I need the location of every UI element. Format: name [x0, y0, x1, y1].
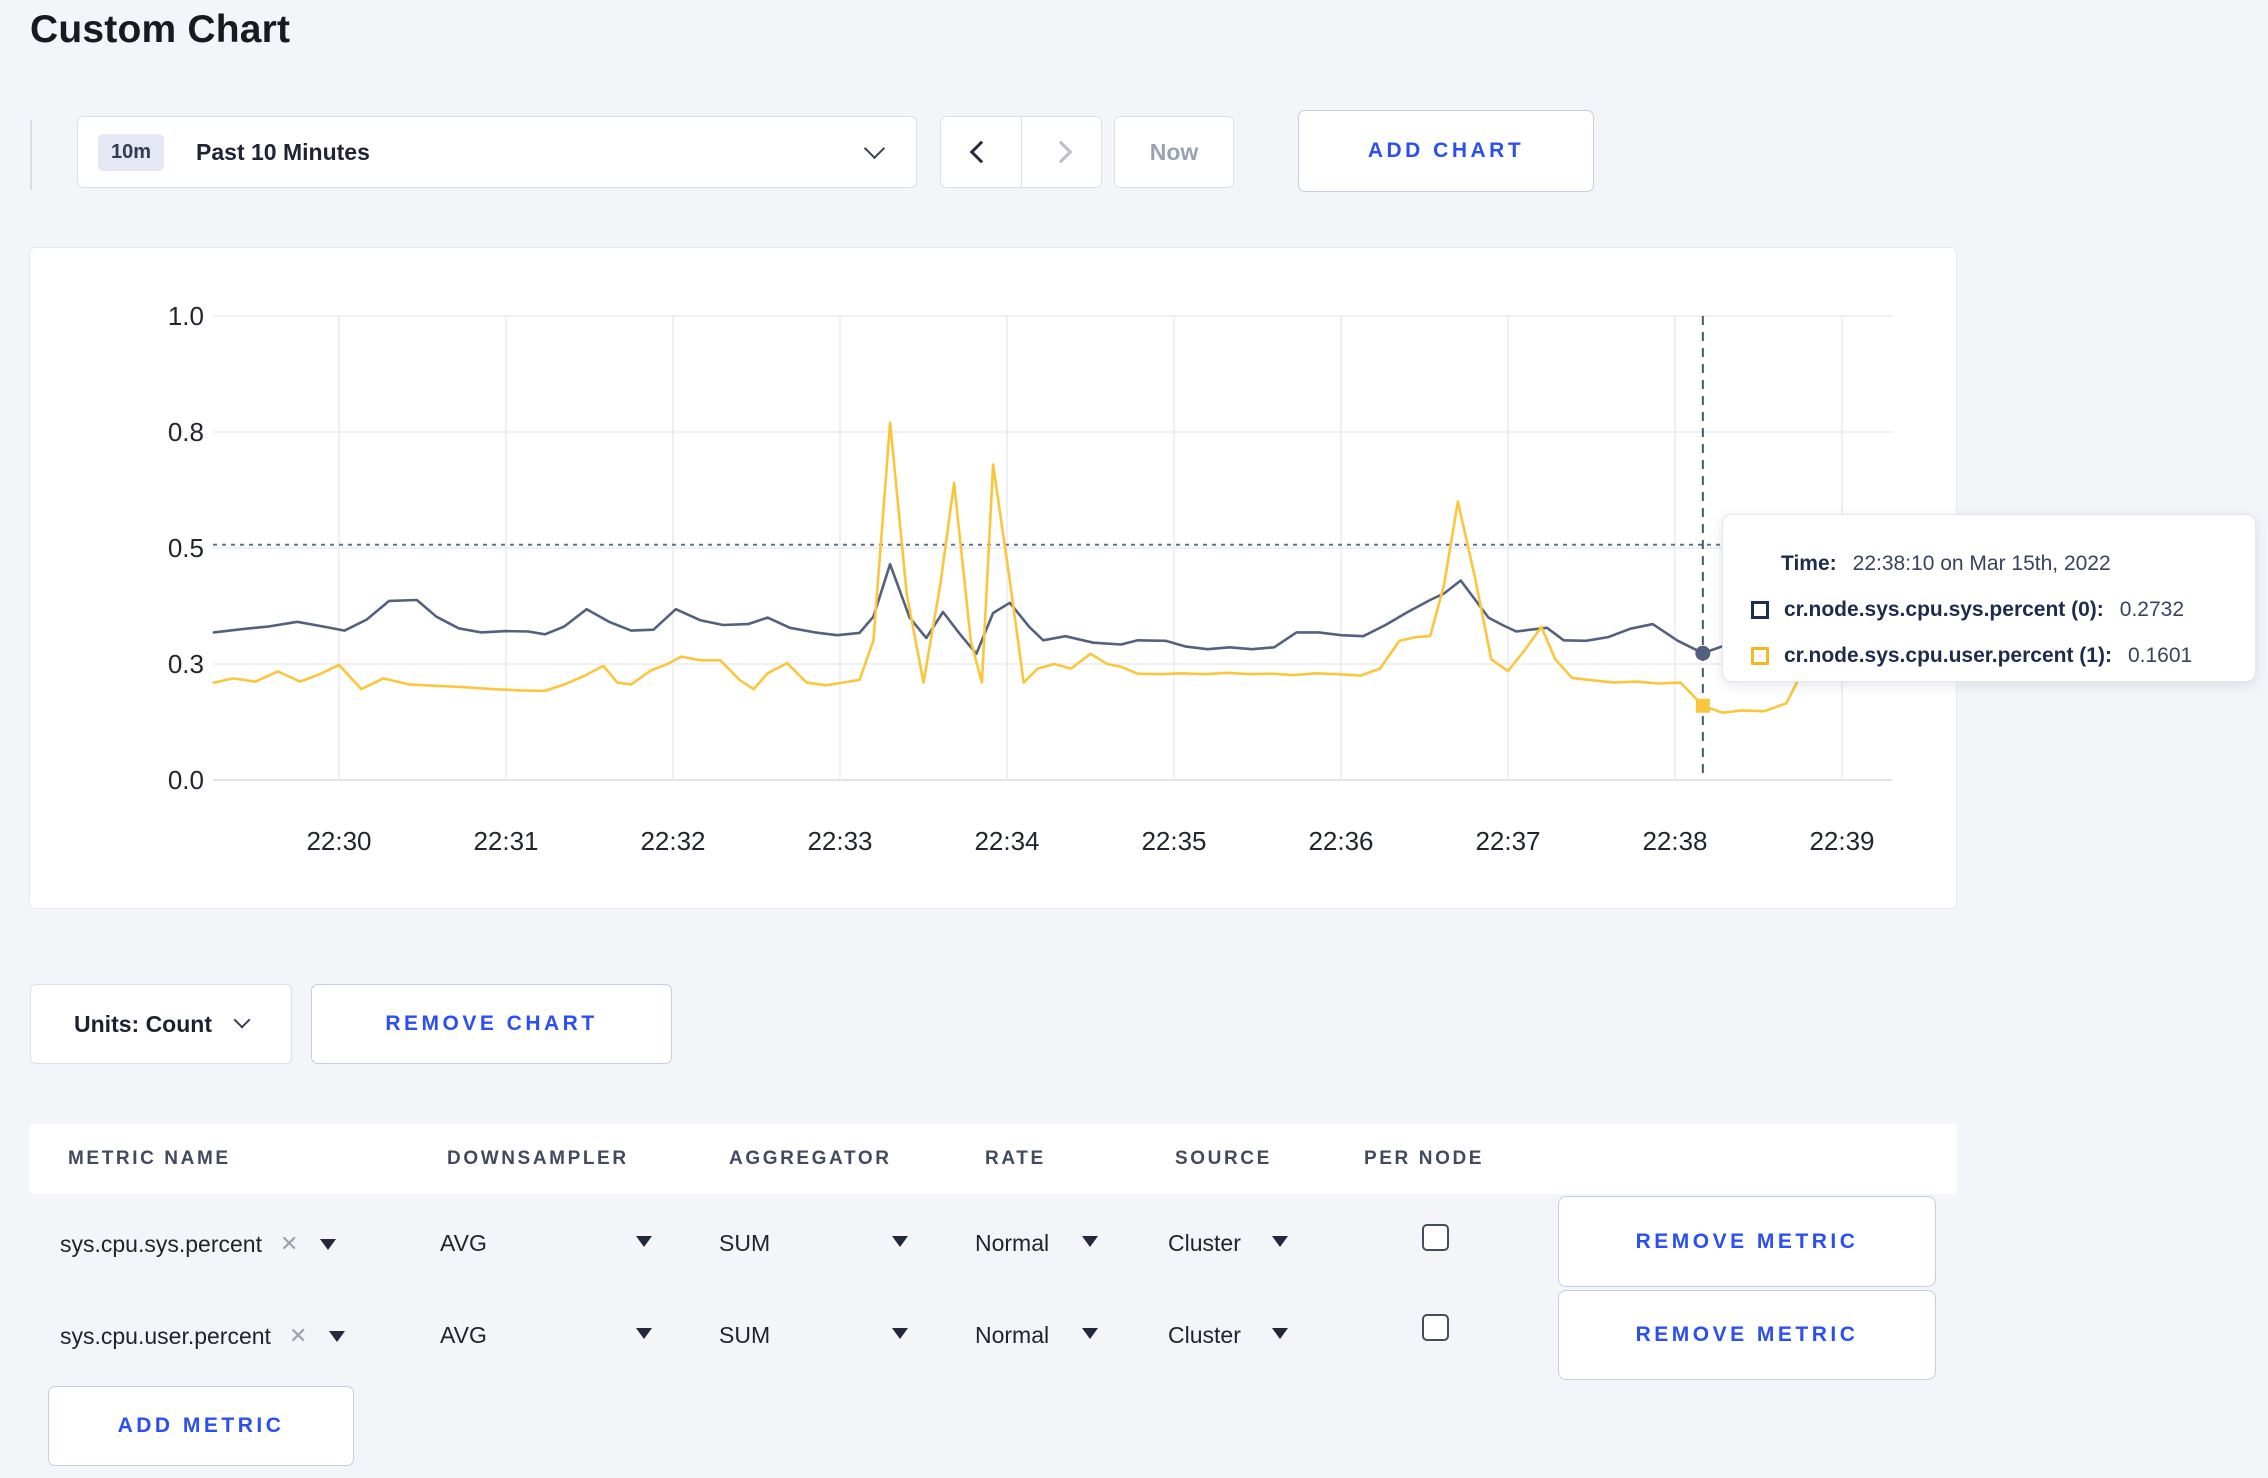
- col-header-aggregator: AGGREGATOR: [729, 1148, 892, 1169]
- metric-name-value: sys.cpu.sys.percent: [60, 1230, 262, 1257]
- now-button-label: Now: [1149, 138, 1199, 165]
- tooltip-time-row: Time: 22:38:10 on Mar 15th, 2022: [1751, 541, 2255, 587]
- tooltip-series-value: 0.2732: [2119, 598, 2185, 621]
- dropdown-arrow-icon: [320, 1238, 337, 1250]
- chevron-right-icon: [1049, 140, 1073, 164]
- svg-text:1.0: 1.0: [168, 301, 204, 331]
- svg-text:22:36: 22:36: [1308, 826, 1373, 856]
- source-select[interactable]: Cluster: [1168, 1230, 1241, 1257]
- tooltip-series-row: cr.node.sys.cpu.user.percent (1): 0.1601: [1751, 633, 2255, 679]
- time-prev-button[interactable]: [941, 117, 1022, 187]
- col-header-rate: RATE: [985, 1148, 1046, 1169]
- remove-tag-icon[interactable]: ✕: [280, 1233, 298, 1255]
- svg-text:22:31: 22:31: [473, 826, 538, 856]
- chevron-down-icon: [863, 137, 886, 159]
- time-range-badge: 10m: [98, 133, 165, 171]
- now-button[interactable]: Now: [1114, 116, 1234, 188]
- add-chart-label: ADD CHART: [1367, 139, 1525, 162]
- svg-text:22:39: 22:39: [1809, 826, 1874, 856]
- remove-chart-button[interactable]: REMOVE CHART: [311, 984, 672, 1064]
- series-swatch-sys-icon: [1751, 601, 1769, 619]
- rate-select[interactable]: Normal: [975, 1322, 1049, 1349]
- metric-name-select[interactable]: sys.cpu.user.percent ✕: [60, 1306, 346, 1366]
- dropdown-arrow-icon[interactable]: [636, 1236, 652, 1247]
- page-title: Custom Chart: [30, 8, 291, 51]
- svg-text:22:37: 22:37: [1475, 826, 1540, 856]
- time-window-nav: [940, 116, 1102, 188]
- tooltip-series-value: 0.1601: [2127, 644, 2193, 667]
- col-header-metric-name: METRIC NAME: [68, 1148, 231, 1169]
- custom-chart-page: Custom Chart 10m Past 10 Minutes Now ADD…: [0, 0, 2268, 1478]
- dropdown-arrow-icon[interactable]: [1082, 1236, 1098, 1247]
- add-chart-button[interactable]: ADD CHART: [1298, 110, 1594, 192]
- metric-name-select[interactable]: sys.cpu.sys.percent ✕: [60, 1214, 337, 1274]
- time-range-label: Past 10 Minutes: [196, 138, 370, 165]
- downsampler-select[interactable]: AVG: [440, 1230, 487, 1257]
- rate-select[interactable]: Normal: [975, 1230, 1049, 1257]
- col-header-downsampler: DOWNSAMPLER: [447, 1148, 629, 1169]
- add-metric-button[interactable]: ADD METRIC: [48, 1386, 354, 1466]
- svg-text:22:30: 22:30: [306, 826, 371, 856]
- chart-card: 0.0 0.3 0.5 0.8 1.0 22:30 22:31 22:32 22:33 22:34…: [29, 247, 1957, 909]
- units-select[interactable]: Units: Count: [30, 984, 292, 1064]
- toolbar-left-divider: [30, 120, 32, 190]
- dropdown-arrow-icon: [329, 1330, 346, 1342]
- per-node-checkbox[interactable]: [1422, 1314, 1449, 1341]
- dropdown-arrow-icon[interactable]: [892, 1328, 908, 1339]
- svg-text:22:32: 22:32: [640, 826, 705, 856]
- tooltip-series-row: cr.node.sys.cpu.sys.percent (0): 0.2732: [1751, 587, 2255, 633]
- remove-metric-button[interactable]: REMOVE METRIC: [1558, 1196, 1936, 1287]
- chart-tooltip: Time: 22:38:10 on Mar 15th, 2022 cr.node…: [1722, 514, 2256, 682]
- chevron-left-icon: [969, 140, 993, 164]
- col-header-per-node: PER NODE: [1364, 1148, 1485, 1169]
- per-node-checkbox[interactable]: [1422, 1224, 1449, 1251]
- col-header-source: SOURCE: [1175, 1148, 1272, 1169]
- source-select[interactable]: Cluster: [1168, 1322, 1241, 1349]
- svg-text:0.0: 0.0: [168, 765, 204, 795]
- aggregator-select[interactable]: SUM: [719, 1230, 770, 1257]
- chevron-down-icon: [233, 1011, 251, 1029]
- aggregator-select[interactable]: SUM: [719, 1322, 770, 1349]
- remove-tag-icon[interactable]: ✕: [289, 1325, 307, 1347]
- remove-metric-button[interactable]: REMOVE METRIC: [1558, 1290, 1936, 1380]
- svg-text:22:34: 22:34: [974, 826, 1039, 856]
- svg-text:22:35: 22:35: [1141, 826, 1206, 856]
- dropdown-arrow-icon[interactable]: [1082, 1328, 1098, 1339]
- tooltip-series-name: cr.node.sys.cpu.sys.percent (0):: [1784, 598, 2104, 621]
- tooltip-series-name: cr.node.sys.cpu.user.percent (1):: [1784, 644, 2112, 667]
- remove-metric-label: REMOVE METRIC: [1635, 1323, 1859, 1346]
- svg-text:0.8: 0.8: [168, 417, 204, 447]
- remove-chart-label: REMOVE CHART: [385, 1012, 598, 1035]
- units-select-label: Units: Count: [74, 1010, 212, 1037]
- dropdown-arrow-icon[interactable]: [892, 1236, 908, 1247]
- dropdown-arrow-icon[interactable]: [636, 1328, 652, 1339]
- metrics-table-header: METRIC NAME DOWNSAMPLER AGGREGATOR RATE …: [29, 1124, 1957, 1194]
- dropdown-arrow-icon[interactable]: [1272, 1236, 1288, 1247]
- svg-text:0.3: 0.3: [168, 649, 204, 679]
- time-range-select[interactable]: 10m Past 10 Minutes: [77, 116, 917, 188]
- series-swatch-user-icon: [1751, 647, 1769, 665]
- svg-text:22:33: 22:33: [807, 826, 872, 856]
- remove-metric-label: REMOVE METRIC: [1635, 1229, 1859, 1253]
- metric-name-value: sys.cpu.user.percent: [60, 1322, 271, 1349]
- timeseries-chart[interactable]: 0.0 0.3 0.5 0.8 1.0 22:30 22:31 22:32 22:33 22:34…: [30, 248, 1956, 908]
- tooltip-time-value: 22:38:10 on Mar 15th, 2022: [1852, 552, 2111, 575]
- add-metric-label: ADD METRIC: [117, 1414, 285, 1437]
- downsampler-select[interactable]: AVG: [440, 1322, 487, 1349]
- svg-text:0.5: 0.5: [168, 533, 204, 563]
- tooltip-time-label: Time:: [1781, 552, 1837, 575]
- svg-text:22:38: 22:38: [1642, 826, 1707, 856]
- time-next-button[interactable]: [1022, 117, 1102, 187]
- dropdown-arrow-icon[interactable]: [1272, 1328, 1288, 1339]
